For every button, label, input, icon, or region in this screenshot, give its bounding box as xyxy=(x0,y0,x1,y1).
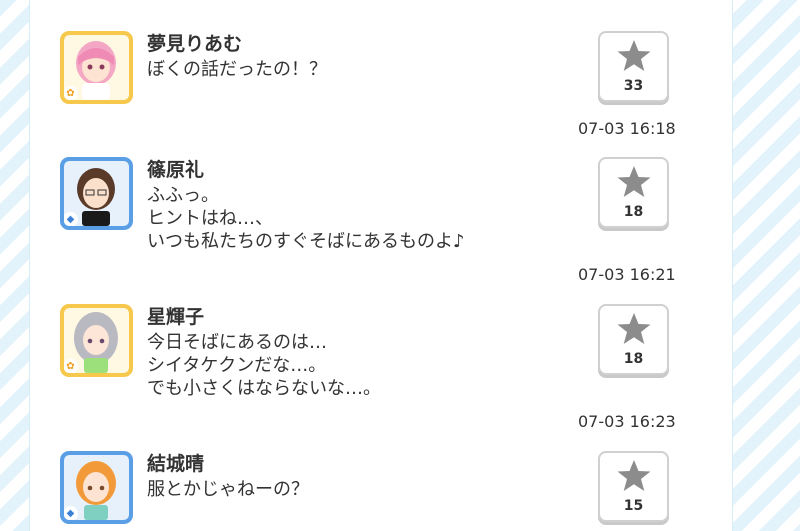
like-button[interactable]: 33 xyxy=(598,31,669,102)
timestamp: 07-03 16:23 xyxy=(578,412,676,431)
comment-item: ✿ 星輝子 今日そばにあるのは… シイタケクンだな…。 でも小さくはならないな…… xyxy=(30,304,732,444)
like-count: 15 xyxy=(623,498,644,514)
comment-item: ◆ 結城晴 服とかじゃねーの？ 15 xyxy=(30,451,732,531)
comment-text: ぼくの話だったの！？ xyxy=(147,59,327,80)
avatar[interactable]: ◆ xyxy=(60,157,133,230)
avatar[interactable]: ✿ xyxy=(60,304,133,377)
like-button[interactable]: 18 xyxy=(598,157,669,228)
attribute-icon: ◆ xyxy=(64,506,78,520)
comment-text: 今日そばにあるのは… シイタケクンだな…。 でも小さくはならないな…。 xyxy=(147,332,381,399)
avatar[interactable]: ✿ xyxy=(60,31,133,104)
comment-panel: ✿ 夢見りあむ ぼくの話だったの！？ 33 07-03 16:18 ◆ 篠原礼 xyxy=(29,0,733,531)
avatar[interactable]: ◆ xyxy=(60,451,133,524)
like-count: 33 xyxy=(623,78,644,94)
like-button[interactable]: 15 xyxy=(598,451,669,522)
commenter-name: 結城晴 xyxy=(147,453,205,475)
star-icon xyxy=(617,40,651,71)
attribute-icon: ✿ xyxy=(64,86,78,100)
commenter-name: 篠原礼 xyxy=(147,159,205,181)
like-count: 18 xyxy=(623,351,644,367)
commenter-name: 夢見りあむ xyxy=(147,33,243,55)
attribute-icon: ◆ xyxy=(64,212,78,226)
like-button[interactable]: 18 xyxy=(598,304,669,375)
timestamp: 07-03 16:21 xyxy=(578,265,676,284)
commenter-name: 星輝子 xyxy=(147,306,205,328)
comment-item: ◆ 篠原礼 ふふっ。 ヒントはね…、 いつも私たちのすぐそばにあるものよ♪ 18… xyxy=(30,157,732,297)
star-icon xyxy=(617,313,651,344)
comment-text: 服とかじゃねーの？ xyxy=(147,479,309,500)
star-icon xyxy=(617,166,651,197)
attribute-icon: ✿ xyxy=(64,359,78,373)
comment-text: ふふっ。 ヒントはね…、 いつも私たちのすぐそばにあるものよ♪ xyxy=(147,185,465,252)
comment-item: ✿ 夢見りあむ ぼくの話だったの！？ 33 07-03 16:18 xyxy=(30,31,732,151)
timestamp: 07-03 16:18 xyxy=(578,119,676,138)
like-count: 18 xyxy=(623,204,644,220)
star-icon xyxy=(617,460,651,491)
